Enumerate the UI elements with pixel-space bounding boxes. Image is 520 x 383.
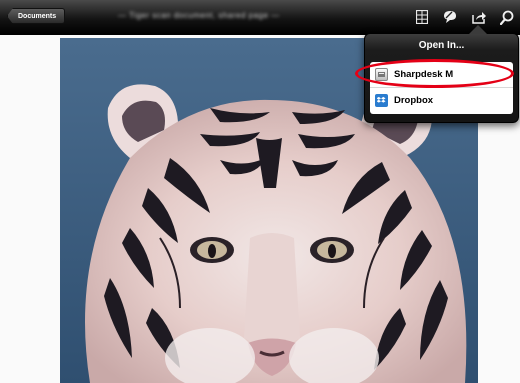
annotation-bubble-icon[interactable]	[440, 7, 460, 27]
top-toolbar: Documents — Tiger scan document, shared …	[0, 0, 520, 35]
highlight-annotation	[355, 59, 514, 88]
document-title: — Tiger scan document, shared page —	[118, 11, 280, 20]
popover-arrow	[469, 25, 487, 34]
app-row-dropbox[interactable]: Dropbox	[370, 87, 513, 112]
dropbox-app-icon	[375, 93, 388, 107]
app-label-dropbox: Dropbox	[394, 94, 434, 106]
documents-back-button[interactable]: Documents	[7, 8, 66, 24]
search-icon[interactable]	[497, 7, 517, 27]
grid-icon[interactable]	[412, 7, 432, 27]
share-icon[interactable]	[469, 7, 489, 27]
popover-title: Open In...	[418, 40, 465, 51]
